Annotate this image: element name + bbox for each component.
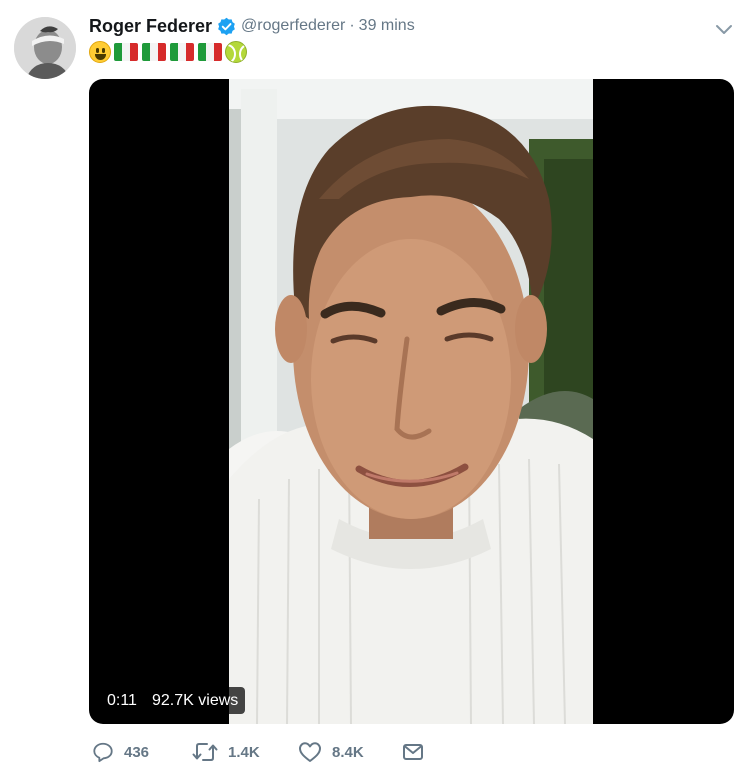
reply-icon [93, 742, 113, 763]
flag-italy-icon [142, 43, 166, 61]
video-duration: 0:11 [100, 687, 144, 714]
chevron-down-icon[interactable] [714, 22, 734, 38]
heart-icon [299, 742, 321, 762]
tweet-timestamp[interactable]: 39 mins [359, 17, 415, 35]
tennis-ball-emoji [225, 41, 247, 63]
retweet-count: 1.4K [228, 743, 260, 761]
video-thumbnail [229, 79, 593, 724]
verified-badge-icon [217, 17, 236, 36]
avatar-photo [14, 17, 76, 79]
video-player[interactable]: 0:11 92.7K views [89, 79, 734, 724]
video-frame [229, 79, 593, 724]
tweet-text [89, 40, 247, 64]
tweet-card: Roger Federer @rogerfederer · 39 mins 0:… [0, 0, 750, 776]
flag-italy-icon [170, 43, 194, 61]
like-button[interactable]: 8.4K [298, 741, 402, 763]
envelope-icon [403, 744, 423, 760]
reply-count: 436 [124, 743, 150, 761]
author-handle[interactable]: @rogerfederer [241, 17, 345, 35]
retweet-button[interactable]: 1.4K [192, 741, 298, 763]
grinning-face-emoji [89, 41, 111, 63]
tweet-header: Roger Federer @rogerfederer · 39 mins [89, 14, 415, 38]
direct-message-button[interactable] [402, 742, 442, 762]
flag-italy-icon [114, 43, 138, 61]
video-view-count: 92.7K views [145, 687, 246, 714]
like-count: 8.4K [332, 743, 364, 761]
flag-italy-icon [198, 43, 222, 61]
header-separator: · [349, 17, 355, 34]
author-display-name[interactable]: Roger Federer [89, 16, 212, 37]
tweet-actions: 436 1.4K 8.4K [92, 738, 442, 766]
retweet-icon [192, 743, 218, 761]
reply-button[interactable]: 436 [92, 741, 192, 763]
author-avatar[interactable] [14, 17, 76, 79]
